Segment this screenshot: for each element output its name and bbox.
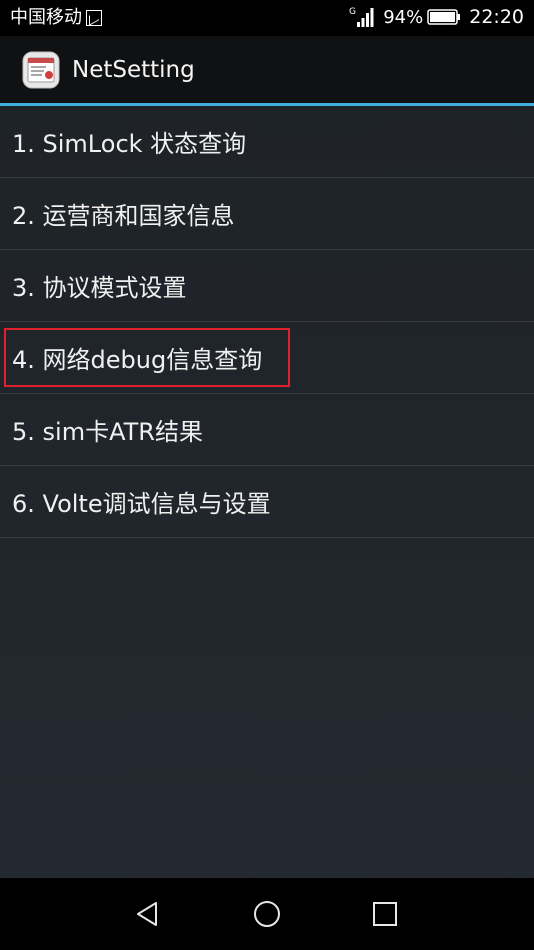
menu-item-label: 6. Volte调试信息与设置 xyxy=(12,490,271,518)
clock: 22:20 xyxy=(469,6,524,28)
network-type-label: G xyxy=(349,7,356,17)
signal-icon: G xyxy=(349,7,374,27)
menu-item-sim-atr-result[interactable]: 5. sim卡ATR结果 xyxy=(0,394,534,466)
battery-icon xyxy=(427,9,461,25)
back-button[interactable] xyxy=(130,896,166,932)
menu-item-operator-country-info[interactable]: 2. 运营商和国家信息 xyxy=(0,178,534,250)
home-button[interactable] xyxy=(249,896,285,932)
menu-item-label: 1. SimLock 状态查询 xyxy=(12,130,247,158)
app-title: NetSetting xyxy=(72,56,195,83)
back-icon xyxy=(137,902,157,926)
menu-item-volte-debug-settings[interactable]: 6. Volte调试信息与设置 xyxy=(0,466,534,538)
recent-apps-button[interactable] xyxy=(367,896,403,932)
status-indicators: G 94% 22:20 xyxy=(349,6,524,28)
menu-item-label-highlighted: 4. 网络debug信息查询 xyxy=(3,328,291,387)
menu-item-label: 5. sim卡ATR结果 xyxy=(12,418,203,446)
home-icon xyxy=(254,901,280,927)
recent-apps-icon xyxy=(373,902,397,926)
netsetting-app-icon[interactable] xyxy=(22,51,60,89)
action-bar: NetSetting xyxy=(0,36,534,103)
sim-icon xyxy=(86,10,102,26)
carrier-name: 中国移动 xyxy=(10,7,82,28)
menu-item-label: 3. 协议模式设置 xyxy=(12,274,187,302)
status-bar: 中国移动 G 94% 22:20 xyxy=(0,0,534,36)
carrier-info: 中国移动 xyxy=(10,7,102,29)
settings-menu-list: 1. SimLock 状态查询 2. 运营商和国家信息 3. 协议模式设置 4.… xyxy=(0,106,534,538)
battery-percent: 94% xyxy=(383,6,424,28)
menu-item-network-debug-info[interactable]: 4. 网络debug信息查询 xyxy=(0,322,534,394)
screen: 中国移动 G 94% 22:20 NetSetting 1. SimLock 状… xyxy=(0,0,534,950)
menu-item-simlock-status[interactable]: 1. SimLock 状态查询 xyxy=(0,106,534,178)
navigation-bar xyxy=(0,878,534,950)
menu-item-label: 2. 运营商和国家信息 xyxy=(12,202,235,230)
menu-item-protocol-mode-settings[interactable]: 3. 协议模式设置 xyxy=(0,250,534,322)
